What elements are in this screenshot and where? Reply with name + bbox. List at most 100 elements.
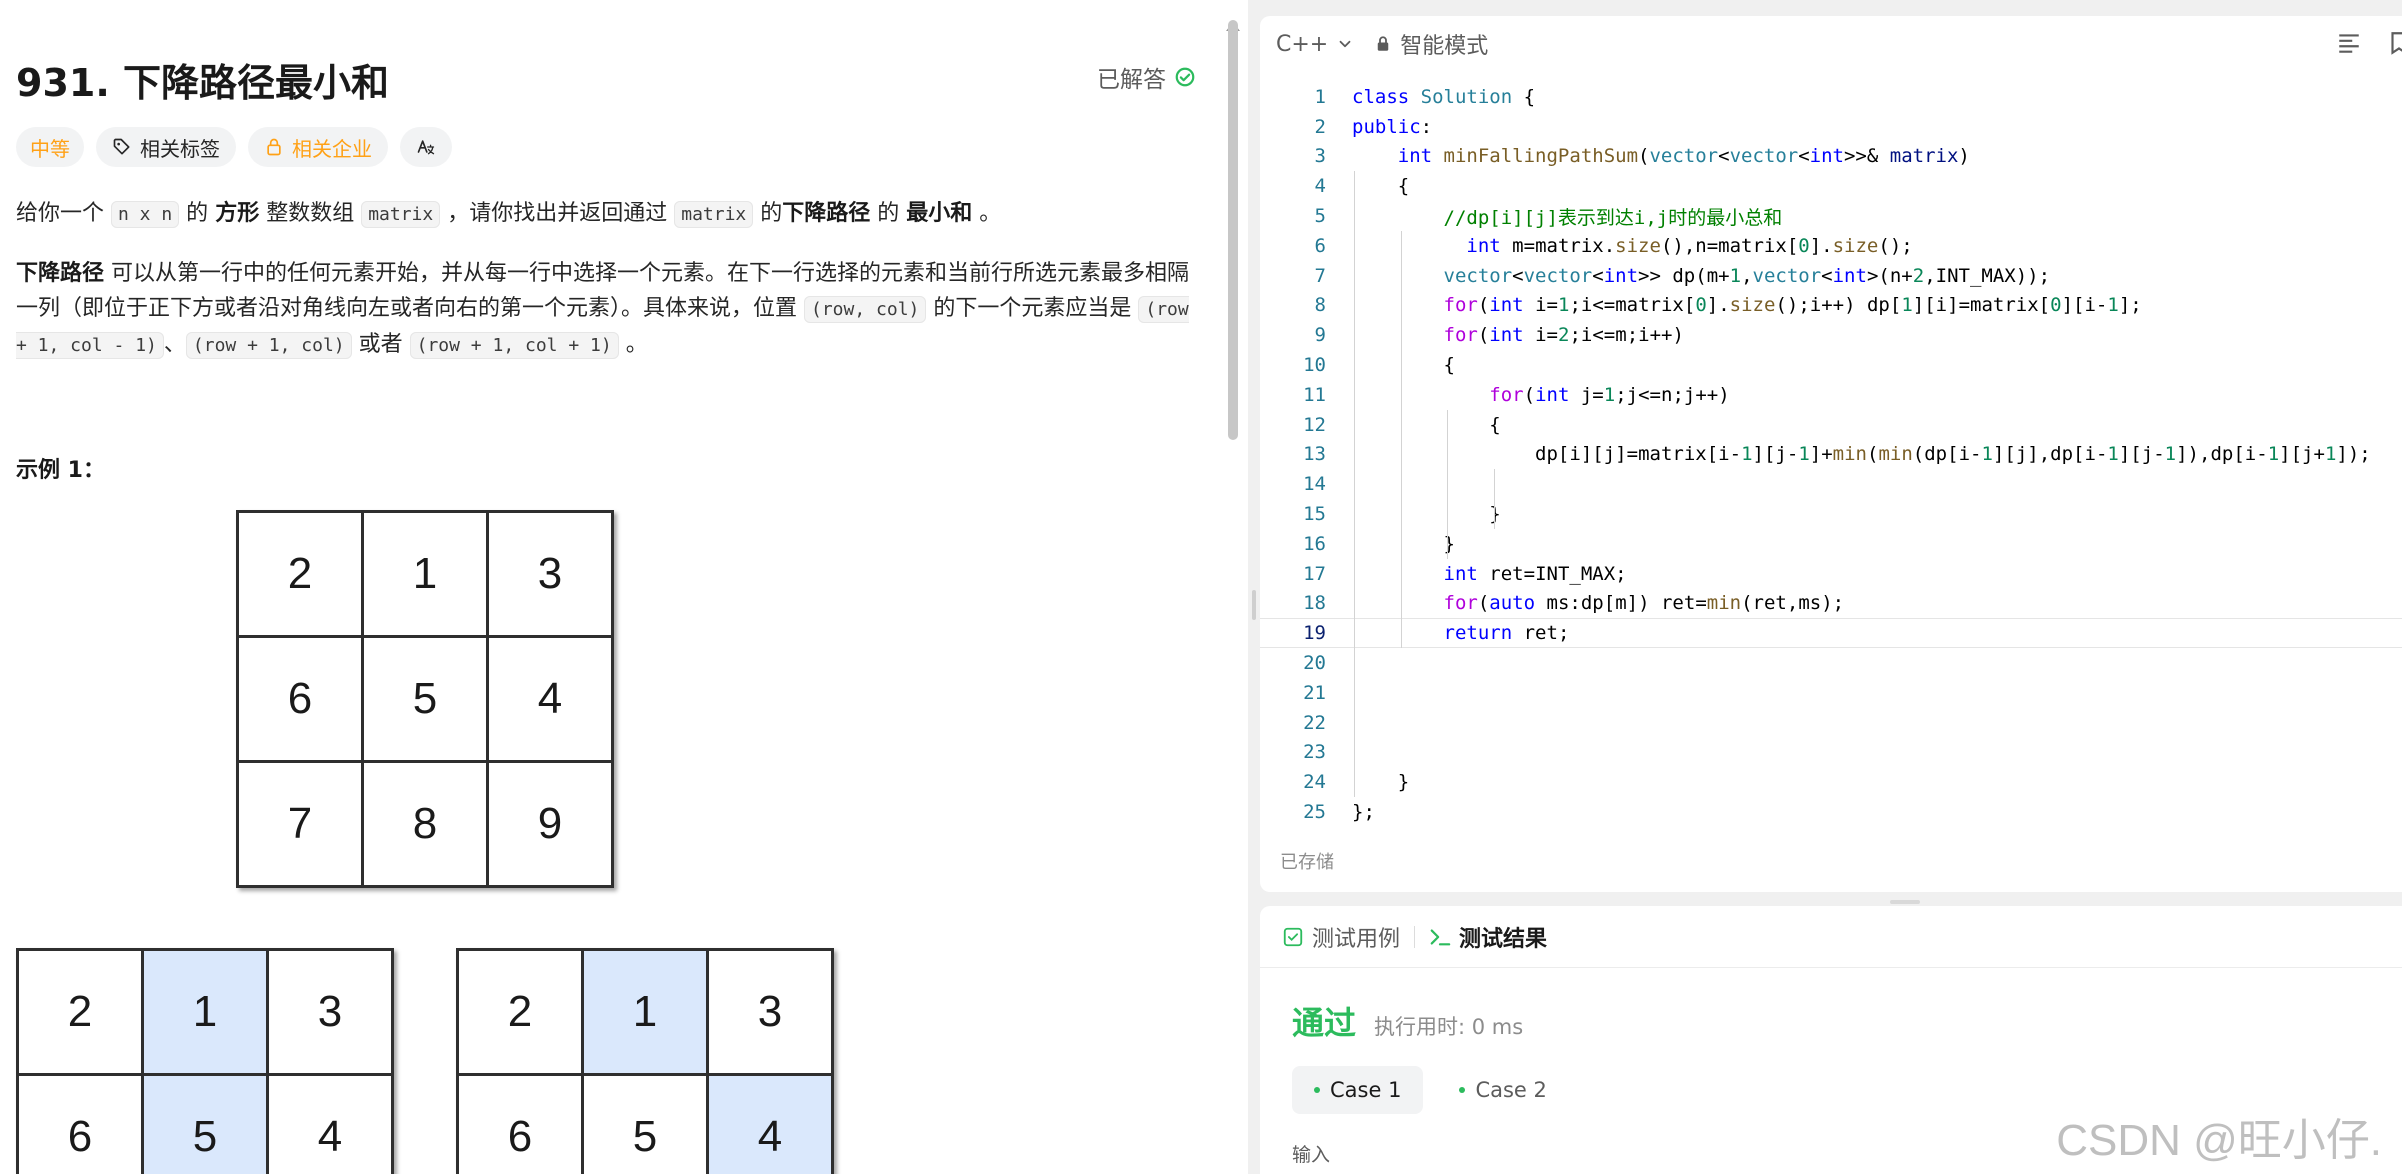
code-text: {: [1352, 413, 1501, 436]
matrix-cell: 1: [144, 951, 266, 1073]
tab-result-label: 测试结果: [1459, 926, 1548, 952]
divider-grip[interactable]: [1252, 590, 1256, 620]
translate-button[interactable]: [400, 127, 452, 167]
input-label: 输入: [1292, 1144, 1331, 1166]
code-text: class Solution {: [1352, 85, 1536, 108]
desc-text: 的: [753, 201, 783, 226]
code-line[interactable]: 21: [1260, 678, 2402, 708]
code-line[interactable]: 3 int minFallingPathSum(vector<vector<in…: [1260, 142, 2402, 172]
code-text: }: [1352, 503, 1501, 526]
code-line[interactable]: 15 }: [1260, 499, 2402, 529]
code-line[interactable]: 12 {: [1260, 410, 2402, 440]
line-number: 21: [1303, 681, 1326, 704]
code-line[interactable]: 7 vector<vector<int>> dp(m+1,vector<int>…: [1260, 261, 2402, 291]
pass-dot: [1459, 1087, 1466, 1093]
code-line[interactable]: 6 int m=matrix.size(),n=matrix[0].size()…: [1260, 231, 2402, 261]
code-text: int ret=INT_MAX;: [1443, 562, 1627, 585]
desc-text: 给你一个: [16, 201, 111, 226]
code-text: public:: [1352, 115, 1433, 138]
tab-result[interactable]: 测试结果: [1429, 921, 1547, 953]
runtime: 执行用时: 0 ms: [1374, 1015, 1524, 1039]
mode-toggle[interactable]: 智能模式: [1374, 28, 1488, 60]
code-line[interactable]: 22: [1260, 708, 2402, 738]
difficulty-badge[interactable]: 中等: [16, 127, 84, 167]
matrix-cell: 1: [364, 513, 486, 635]
problem-tags: 中等 相关标签 相关企业: [16, 127, 452, 167]
code-line[interactable]: 11 for(int j=1;j<=n;j++): [1260, 380, 2402, 410]
code-text: int minFallingPathSum(vector<vector<int>…: [1397, 145, 1970, 168]
code-text: }: [1352, 771, 1410, 794]
bookmark-icon[interactable]: [2386, 30, 2402, 56]
line-number: 9: [1314, 324, 1326, 347]
case-label: Case 2: [1475, 1078, 1547, 1102]
code-text: dp[i][j]=matrix[i-1][j-1]+min(min(dp[i-1…: [1535, 443, 2371, 466]
code-text: return ret;: [1443, 622, 1570, 645]
code-line[interactable]: 18 for(auto ms:dp[m]) ret=min(ret,ms);: [1260, 589, 2402, 619]
line-number: 22: [1303, 711, 1326, 734]
case-tab-2[interactable]: Case 2: [1437, 1066, 1568, 1114]
desc-text: 。: [618, 332, 648, 357]
line-number: 11: [1303, 383, 1326, 406]
editor-tools: [2336, 30, 2402, 56]
terminal-icon: [1430, 928, 1451, 945]
companies-tag-label: 相关企业: [292, 136, 372, 161]
code-line[interactable]: 14: [1260, 469, 2402, 499]
code-line[interactable]: 23: [1260, 738, 2402, 768]
matrix-cell: 5: [364, 638, 486, 760]
desc-text: 或者: [351, 332, 410, 357]
code-area[interactable]: 1 class Solution { 2 public: 3 int minFallin…: [1260, 82, 2402, 827]
inline-code: (row, col): [804, 296, 927, 323]
inline-code: (row + 1, col): [185, 332, 352, 359]
code-line[interactable]: 20: [1260, 648, 2402, 678]
desc-text: 、: [163, 332, 186, 357]
language-label: C++: [1276, 31, 1329, 57]
code-line[interactable]: 4 {: [1260, 171, 2402, 201]
desc-text: 的下一个元素应当是: [926, 296, 1139, 321]
pass-dot: [1314, 1087, 1320, 1093]
code-line[interactable]: 10 {: [1260, 350, 2402, 380]
desc-text: ，请你找出并返回通过: [440, 201, 675, 226]
matrix-cell: 5: [144, 1076, 266, 1174]
line-number: 1: [1314, 85, 1326, 108]
code-line[interactable]: 1 class Solution {: [1260, 82, 2402, 112]
desc-text: 。: [972, 201, 1002, 226]
code-line[interactable]: 5 //dp[i][j]表示到达i,j时的最小总和: [1260, 201, 2402, 231]
results-resize-grip[interactable]: [1890, 900, 1920, 904]
matrix-cell: 8: [364, 763, 486, 885]
format-align-icon[interactable]: [2336, 30, 2362, 56]
matrix-cell: 7: [239, 763, 361, 885]
watermark: CSDN @旺小仔.: [2056, 1116, 2382, 1165]
code-text: for(int i=1;i<=matrix[0].size();i++) dp[…: [1443, 294, 2142, 317]
code-line[interactable]: 9 for(int i=2;i<=m;i++): [1260, 320, 2402, 350]
solved-status: 已解答: [1097, 60, 1196, 94]
code-line[interactable]: 16 }: [1260, 529, 2402, 559]
case-tab-1[interactable]: Case 1: [1292, 1066, 1424, 1114]
problem-title: 931. 下降路径最小和: [16, 61, 389, 105]
panel-divider[interactable]: [1248, 0, 1260, 1174]
code-line[interactable]: 19 return ret;: [1260, 618, 2402, 649]
mode-label: 智能模式: [1400, 34, 1489, 59]
description-paragraph-2: 下降路径 可以从第一行中的任何元素开始，并从每一行中选择一个元素。在下一行选择的…: [16, 256, 1196, 363]
companies-tag-button[interactable]: 相关企业: [248, 127, 388, 167]
tab-testcase-label: 测试用例: [1312, 926, 1401, 952]
code-text: for(int j=1;j<=n;j++): [1489, 383, 1730, 406]
code-line[interactable]: 2 public:: [1260, 112, 2402, 142]
language-select[interactable]: C++: [1276, 32, 1354, 57]
matrix-cell: 3: [269, 951, 391, 1073]
line-number: 19: [1303, 622, 1326, 645]
desc-text: 整数数组: [259, 201, 362, 226]
matrix-cell: 6: [19, 1076, 141, 1174]
code-line[interactable]: 25};: [1260, 797, 2402, 827]
code-line[interactable]: 13 dp[i][j]=matrix[i-1][j-1]+min(min(dp[…: [1260, 440, 2402, 470]
code-line[interactable]: 8 for(int i=1;i<=matrix[0].size();i++) d…: [1260, 291, 2402, 321]
indent-guide: [1400, 231, 1402, 649]
matrix-cell: 2: [239, 513, 361, 635]
tab-separator: [1414, 925, 1416, 948]
code-line[interactable]: 24 }: [1260, 767, 2402, 797]
tab-testcase[interactable]: 测试用例: [1282, 921, 1400, 953]
problem-scrollbar[interactable]: [1228, 20, 1238, 440]
code-line[interactable]: 17 int ret=INT_MAX;: [1260, 559, 2402, 589]
topics-tag-button[interactable]: 相关标签: [96, 127, 236, 167]
inline-code: matrix: [674, 201, 754, 228]
chevron-down-icon: [1339, 40, 1351, 48]
